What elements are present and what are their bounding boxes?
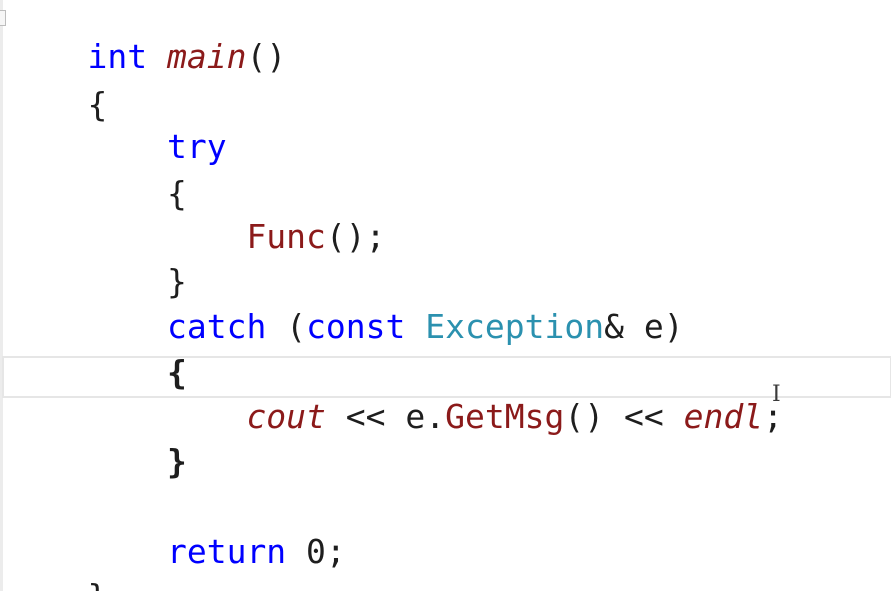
code-line-4[interactable]: { bbox=[8, 134, 187, 213]
keyword-return: return bbox=[166, 532, 287, 571]
editor-margin bbox=[0, 0, 3, 591]
code-line-2[interactable]: { bbox=[8, 45, 107, 124]
code-line-12[interactable]: return 0; bbox=[8, 492, 346, 571]
code-line-11[interactable] bbox=[8, 447, 87, 487]
global-cout: cout bbox=[246, 397, 326, 436]
call-parens: (); bbox=[325, 217, 386, 256]
stream-op-2: () << bbox=[564, 397, 684, 436]
code-line-13[interactable]: } bbox=[8, 537, 107, 591]
code-line-9[interactable]: cout << e.GetMsg() << endl; bbox=[8, 357, 783, 436]
function-func: Func bbox=[246, 217, 326, 256]
code-line-10[interactable]: } bbox=[8, 402, 187, 481]
parens: () bbox=[246, 37, 287, 76]
code-line-3[interactable]: try bbox=[8, 87, 227, 166]
collapse-icon[interactable] bbox=[0, 10, 6, 26]
global-endl: endl bbox=[683, 397, 764, 436]
ibeam-cursor-icon: I bbox=[772, 382, 781, 407]
reference-param: & e) bbox=[604, 307, 684, 346]
code-line-7[interactable]: catch (const Exception& e) bbox=[8, 267, 684, 346]
close-brace: } bbox=[87, 577, 107, 591]
keyword-const: const bbox=[306, 307, 406, 346]
open-paren: ( bbox=[266, 307, 307, 346]
code-line-5[interactable]: Func(); bbox=[8, 177, 385, 256]
code-editor[interactable]: int main() { try { Func(); } catch (cons… bbox=[0, 0, 891, 591]
return-value: 0; bbox=[286, 532, 346, 571]
code-line-6[interactable]: } bbox=[8, 222, 187, 301]
code-line-8[interactable]: { bbox=[8, 313, 187, 392]
close-brace-highlighted: } bbox=[166, 442, 187, 481]
code-line-1[interactable]: int main() bbox=[8, 0, 286, 76]
type-exception: Exception bbox=[425, 307, 605, 346]
function-getmsg: GetMsg bbox=[445, 397, 565, 436]
stream-op: << e. bbox=[325, 397, 446, 436]
function-main: main bbox=[166, 37, 247, 76]
